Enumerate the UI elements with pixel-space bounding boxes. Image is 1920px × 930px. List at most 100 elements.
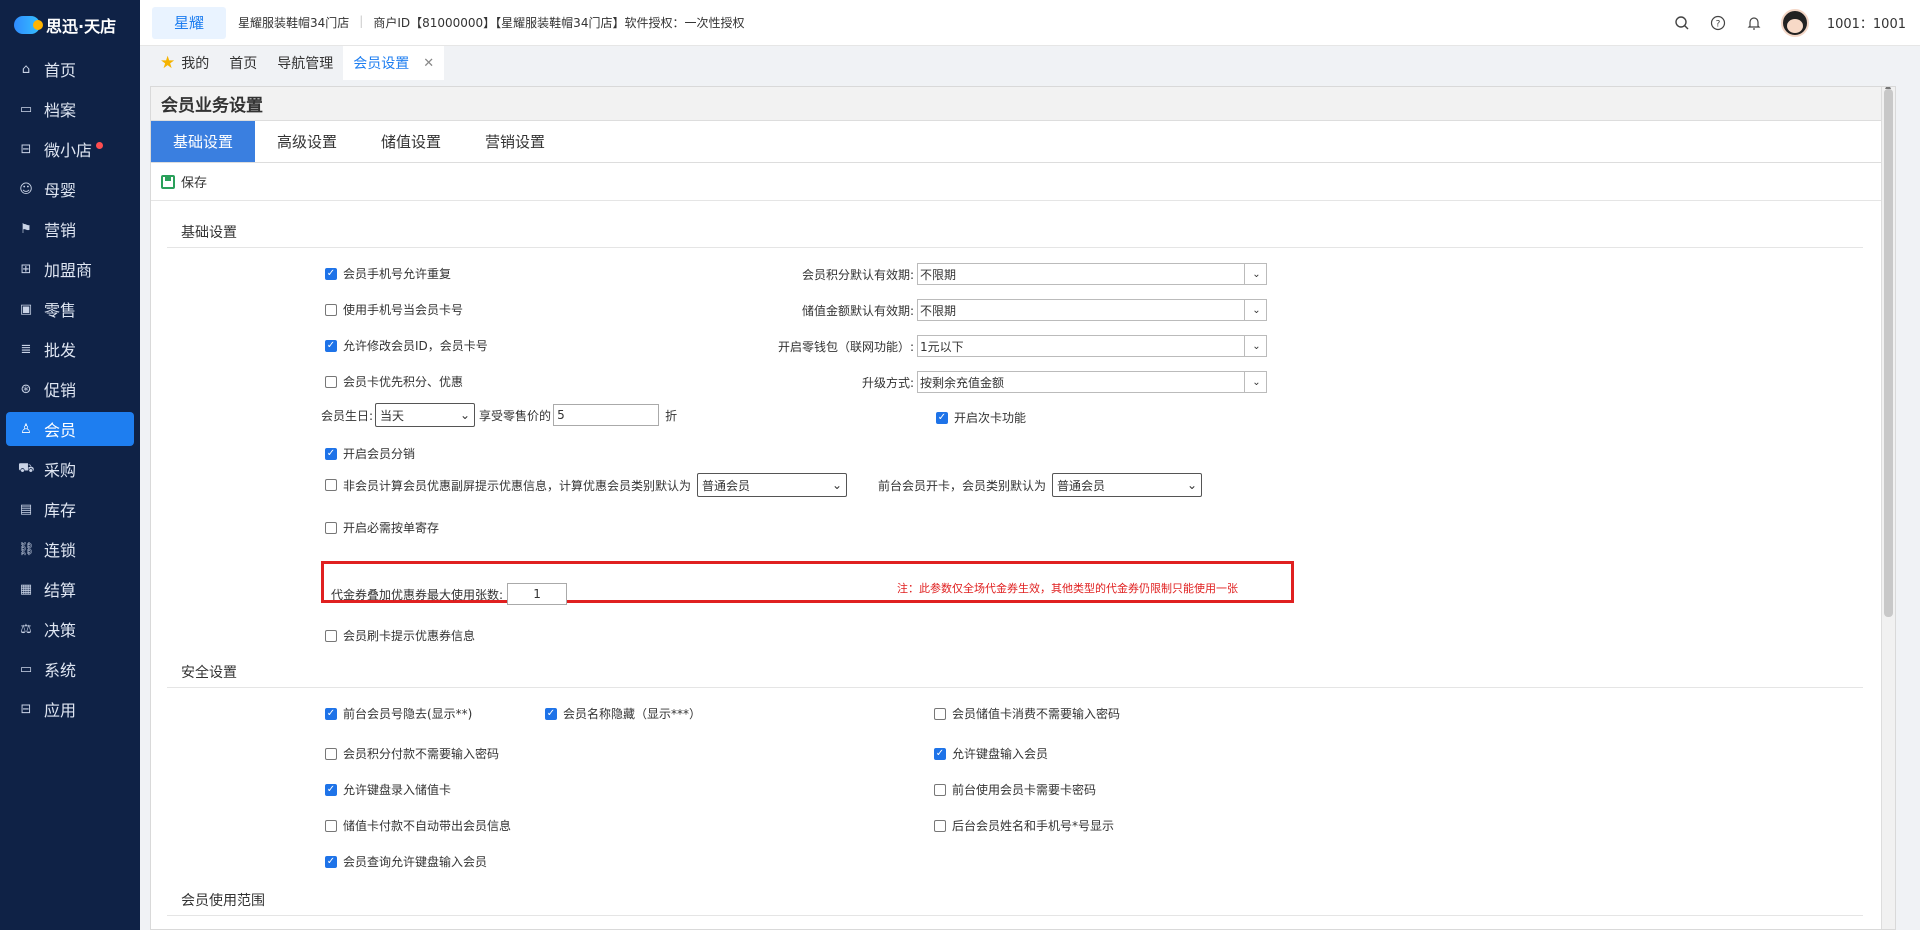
checkbox-checked[interactable] [325, 707, 337, 720]
checkbox-unchecked[interactable] [934, 819, 946, 832]
checkbox-unchecked[interactable] [325, 303, 337, 316]
sidebar-item-chain[interactable]: ⛓ 连锁 [6, 532, 134, 566]
sidebar-item-purchase[interactable]: ⛟ 采购 [6, 452, 134, 486]
sidebar-item-marketing[interactable]: ⚑ 营销 [6, 212, 134, 246]
tab-member-settings[interactable]: 会员设置 ✕ [343, 46, 445, 80]
subtab-basic[interactable]: 基础设置 [151, 121, 255, 162]
checkbox-unchecked[interactable] [325, 521, 337, 534]
birthday-select[interactable]: 当天 ⌄ [375, 403, 476, 427]
sidebar-item-inventory[interactable]: ▤ 库存 [6, 492, 134, 526]
tab-mine[interactable]: ★ 我的 [150, 46, 219, 80]
sidebar-item-settle[interactable]: ▦ 结算 [6, 572, 134, 606]
points-validity-select[interactable]: 不限期 ⌄ [917, 263, 1267, 285]
front-member-type-select[interactable]: 普通会员 ⌄ [1052, 473, 1203, 497]
scrollbar-thumb[interactable] [1884, 89, 1893, 617]
section-title-security: 安全设置 [181, 665, 237, 681]
sidebar-item-decision[interactable]: ⚖ 决策 [6, 612, 134, 646]
member-icon: ♙ [20, 421, 32, 437]
member-type-select[interactable]: 普通会员 ⌄ [697, 473, 848, 497]
checkbox-unchecked[interactable] [325, 375, 337, 388]
sidebar-item-app[interactable]: ⊟ 应用 [6, 692, 134, 726]
checkbox-checked[interactable] [934, 747, 946, 760]
sidebar-item-home[interactable]: ⌂ 首页 [6, 52, 134, 86]
tab-home[interactable]: 首页 [219, 46, 267, 80]
user-name[interactable]: 1001：1001 [1827, 13, 1906, 32]
checkbox-allow-edit-id[interactable]: 允许修改会员ID，会员卡号 [325, 337, 488, 354]
checkbox-unchecked[interactable] [934, 783, 946, 796]
discount-input[interactable]: 5 [553, 404, 660, 426]
checkbox-use-phone-card[interactable]: 使用手机号当会员卡号 [325, 301, 463, 318]
discount-label: 享受零售价的 [479, 408, 552, 423]
checkbox-no-auto-member[interactable]: 储值卡付款不自动带出会员信息 [325, 817, 511, 834]
checkbox-unchecked[interactable] [934, 707, 946, 720]
sidebar-item-system[interactable]: ▭ 系统 [6, 652, 134, 686]
sidebar: 思迅·天店 ⌂ 首页 ▭ 档案 ⊟ 微小店 ☺ 母婴 ⚑ 营销 ⊞ 加盟商 ▣ 零售 ≣ 批发 … [0, 0, 140, 930]
checkbox-hide-name[interactable]: 会员名称隐藏（显示***） [545, 705, 701, 722]
sidebar-item-retail[interactable]: ▣ 零售 [6, 292, 134, 326]
avatar[interactable] [1780, 8, 1809, 37]
home-icon: ⌂ [21, 61, 31, 77]
section-divider [167, 915, 1863, 916]
checkbox-keyboard-member[interactable]: 允许键盘输入会员 [934, 745, 1048, 762]
checkbox-unchecked[interactable] [325, 819, 337, 832]
app-logo[interactable]: 思迅·天店 [0, 0, 140, 50]
sidebar-item-microshop[interactable]: ⊟ 微小店 [6, 132, 134, 166]
checkbox-checked[interactable] [936, 411, 948, 424]
checkbox-times-card[interactable]: 开启次卡功能 [936, 409, 1026, 426]
checkbox-checked[interactable] [325, 447, 337, 460]
sidebar-item-baby[interactable]: ☺ 母婴 [6, 172, 134, 206]
checkbox-no-pwd-points[interactable]: 会员积分付款不需要输入密码 [325, 745, 499, 762]
checkbox-checked[interactable] [325, 783, 337, 796]
sidebar-item-wholesale[interactable]: ≣ 批发 [6, 332, 134, 366]
section-title-scope: 会员使用范围 [181, 893, 265, 909]
close-icon[interactable]: ✕ [423, 56, 434, 71]
checkbox-checked[interactable] [545, 707, 557, 720]
checkbox-checked[interactable] [325, 267, 337, 280]
notification-dot [96, 141, 104, 149]
scrollbar[interactable]: ▲ [1881, 87, 1895, 929]
checkbox-unchecked[interactable] [325, 479, 337, 491]
tab-nav-manage[interactable]: 导航管理 [267, 46, 343, 80]
checkbox-card-priority[interactable]: 会员卡优先积分、优惠 [325, 373, 463, 390]
sidebar-item-promo[interactable]: ⊛ 促销 [6, 372, 134, 406]
checkbox-checked[interactable] [325, 339, 337, 352]
help-icon[interactable]: ? [1709, 14, 1727, 32]
birthday-label: 会员生日: [321, 408, 374, 423]
save-button[interactable]: 保存 [181, 172, 207, 191]
checkbox-backend-mask[interactable]: 后台会员姓名和手机号*号显示 [934, 817, 1114, 834]
sidebar-item-archive[interactable]: ▭ 档案 [6, 92, 134, 126]
checkbox-unchecked[interactable] [325, 629, 337, 642]
checkbox-must-deposit[interactable]: 开启必需按单寄存 [325, 519, 439, 536]
coupon-max-input[interactable]: 1 [507, 583, 568, 605]
sidebar-item-franchise[interactable]: ⊞ 加盟商 [6, 252, 134, 286]
top-bar: 星耀 星耀服装鞋帽34门店 | 商户ID【81000000】【星耀服装鞋帽34门… [140, 0, 1920, 46]
stored-validity-row: 储值金额默认有效期: 不限期 ⌄ [691, 299, 1267, 321]
checkbox-distribution[interactable]: 开启会员分销 [325, 445, 415, 462]
coupon-max-label: 代金券叠加优惠券最大使用张数: [331, 587, 504, 602]
checkbox-checked[interactable] [325, 855, 337, 868]
checkbox-phone-duplicate[interactable]: 会员手机号允许重复 [325, 265, 451, 282]
front-open-card-row: 前台会员开卡，会员类别默认为 普通会员 ⌄ [878, 473, 1203, 497]
search-icon[interactable] [1673, 14, 1691, 32]
subtab-stored-value[interactable]: 储值设置 [359, 121, 463, 162]
logo-text: 思迅·天店 [46, 17, 117, 36]
checkbox-non-member-hint[interactable]: 非会员计算会员优惠副屏提示优惠信息，计算优惠会员类别默认为 普通会员 ⌄ [325, 473, 848, 497]
panel-title: 会员业务设置 [151, 87, 1895, 121]
subtab-advanced[interactable]: 高级设置 [255, 121, 359, 162]
wallet-select[interactable]: 1元以下 ⌄ [917, 335, 1267, 357]
bell-icon[interactable] [1745, 14, 1763, 32]
brand-badge[interactable]: 星耀 [152, 6, 226, 39]
checkbox-no-pwd-stored[interactable]: 会员储值卡消费不需要输入密码 [934, 705, 1120, 722]
checkbox-swipe-hint[interactable]: 会员刷卡提示优惠券信息 [325, 627, 475, 644]
checkbox-keyboard-stored[interactable]: 允许键盘录入储值卡 [325, 781, 451, 798]
checkbox-hide-card-no[interactable]: 前台会员号隐去(显示**) [325, 705, 472, 722]
checkbox-unchecked[interactable] [325, 747, 337, 760]
subtab-marketing[interactable]: 营销设置 [463, 121, 567, 162]
sidebar-item-member[interactable]: ♙ 会员 [6, 412, 134, 446]
folder-icon: ▭ [19, 101, 33, 117]
checkbox-query-keyboard[interactable]: 会员查询允许键盘输入会员 [325, 853, 487, 870]
stored-validity-select[interactable]: 不限期 ⌄ [917, 299, 1267, 321]
save-icon[interactable] [161, 174, 175, 189]
upgrade-select[interactable]: 按剩余充值金额 ⌄ [917, 371, 1267, 393]
checkbox-front-card-pwd[interactable]: 前台使用会员卡需要卡密码 [934, 781, 1096, 798]
